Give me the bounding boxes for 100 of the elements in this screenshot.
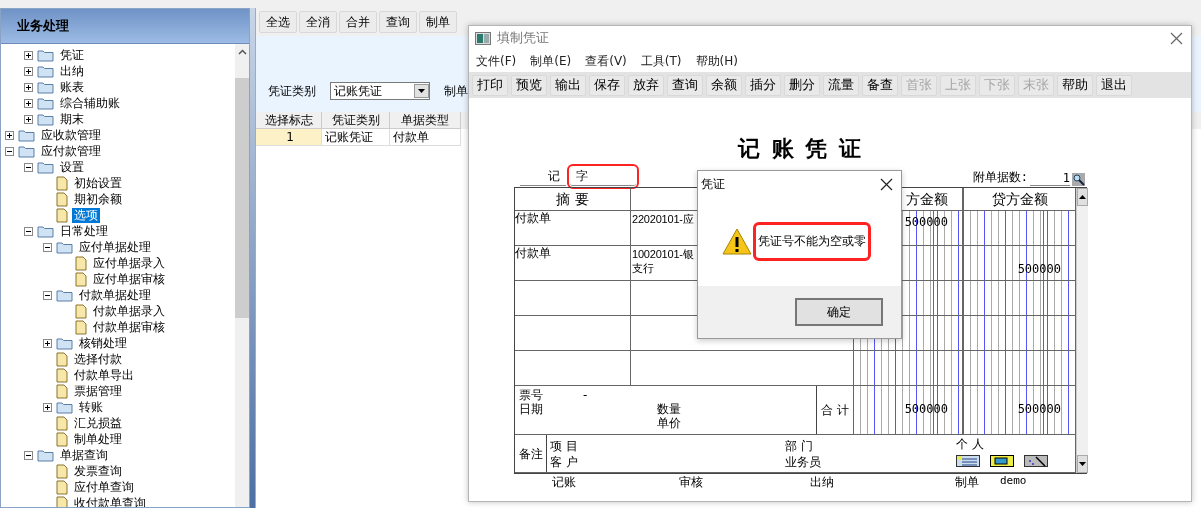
expand-icon[interactable] bbox=[24, 82, 33, 92]
folder-icon bbox=[56, 288, 73, 302]
tree-item[interactable]: 付款单据处理 bbox=[77, 287, 153, 303]
search-icon[interactable] bbox=[1072, 173, 1085, 186]
toolbar-button[interactable]: 预览 bbox=[511, 74, 547, 96]
column-header[interactable]: 凭证类别 bbox=[322, 112, 390, 129]
ok-button[interactable]: 确定 bbox=[795, 298, 883, 326]
tree-item[interactable]: 付款单据审核 bbox=[91, 319, 167, 335]
folder-icon bbox=[37, 224, 54, 238]
table-cell: 1 bbox=[256, 129, 322, 146]
tree-item[interactable]: 应付单据处理 bbox=[77, 239, 153, 255]
toolbar-button[interactable]: 制单 bbox=[419, 11, 457, 33]
tree-item[interactable]: 核销处理 bbox=[77, 335, 129, 351]
column-header[interactable]: 单据类型 bbox=[390, 112, 461, 129]
expand-icon[interactable] bbox=[24, 66, 33, 76]
tree-item[interactable]: 付款单导出 bbox=[72, 367, 136, 383]
table-cell: 付款单 bbox=[390, 129, 461, 146]
collapse-icon[interactable] bbox=[24, 450, 33, 460]
table-cell: 记账凭证 bbox=[322, 129, 390, 146]
tree-item[interactable]: 汇兑损益 bbox=[72, 415, 124, 431]
field-label: 凭证类别 bbox=[268, 83, 316, 100]
tree-item[interactable]: 期末 bbox=[58, 111, 86, 127]
warning-icon bbox=[722, 228, 752, 255]
tree-item[interactable]: 账表 bbox=[58, 79, 86, 95]
attachments-field[interactable]: 1 bbox=[1030, 171, 1070, 186]
wand-icon[interactable] bbox=[1024, 455, 1048, 467]
toolbar-button[interactable]: 帮助 bbox=[1057, 74, 1093, 96]
toolbar-button[interactable]: 查询 bbox=[379, 11, 417, 33]
tree-item[interactable]: 发票查询 bbox=[72, 463, 124, 479]
tree-item[interactable]: 综合辅助账 bbox=[58, 95, 122, 111]
voucher-number-field[interactable]: 字 bbox=[570, 167, 636, 186]
toolbar-button[interactable]: 退出 bbox=[1096, 74, 1132, 96]
menu-item[interactable]: 制单(E) bbox=[530, 52, 572, 70]
expand-icon[interactable] bbox=[24, 98, 33, 108]
toolbar-button[interactable]: 删分 bbox=[784, 74, 820, 96]
toolbar-button[interactable]: 保存 bbox=[589, 74, 625, 96]
menu-item[interactable]: 工具(T) bbox=[640, 52, 682, 70]
tree-item[interactable]: 应收款管理 bbox=[39, 127, 103, 143]
expand-icon[interactable] bbox=[43, 338, 52, 348]
tree-item[interactable]: 出纳 bbox=[58, 63, 86, 79]
collapse-icon[interactable] bbox=[43, 290, 52, 300]
toolbar-button[interactable]: 合并 bbox=[339, 11, 377, 33]
folder-icon bbox=[56, 400, 73, 414]
tree-item[interactable]: 日常处理 bbox=[58, 223, 110, 239]
close-button[interactable] bbox=[880, 177, 893, 191]
collapse-icon[interactable] bbox=[43, 242, 52, 252]
menu-item[interactable]: 查看(V) bbox=[585, 52, 627, 70]
tree-item[interactable]: 转账 bbox=[77, 399, 105, 415]
toolbar-button[interactable]: 放弃 bbox=[628, 74, 664, 96]
tree-item[interactable]: 应付单据审核 bbox=[91, 271, 167, 287]
tree-item[interactable]: 凭证 bbox=[58, 47, 86, 63]
field-label: 客 户 bbox=[550, 453, 578, 470]
signature-value: demo bbox=[1000, 474, 1028, 489]
toolbar-button[interactable]: 全消 bbox=[299, 11, 337, 33]
folder-icon bbox=[56, 240, 73, 254]
document-icon bbox=[56, 175, 68, 191]
toolbar-button[interactable]: 流量 bbox=[823, 74, 859, 96]
tree-item[interactable]: 票据管理 bbox=[72, 383, 124, 399]
expand-icon[interactable] bbox=[24, 114, 33, 124]
expand-icon[interactable] bbox=[24, 50, 33, 60]
menu-item[interactable]: 帮助(H) bbox=[695, 52, 738, 70]
voucher-type-dropdown[interactable]: 记账凭证 bbox=[330, 82, 430, 100]
document-icon bbox=[75, 303, 87, 319]
scrollbar[interactable] bbox=[1076, 188, 1088, 473]
folder-icon bbox=[18, 144, 35, 158]
field-label: 备注 bbox=[515, 435, 547, 472]
tree-item[interactable]: 付款单据录入 bbox=[91, 303, 167, 319]
document-icon bbox=[75, 319, 87, 335]
collapse-icon[interactable] bbox=[24, 226, 33, 236]
window-title: 填制凭证 bbox=[497, 29, 549, 47]
toolbar-button[interactable]: 插分 bbox=[745, 74, 781, 96]
tree-item[interactable]: 应付单据录入 bbox=[91, 255, 167, 271]
toolbar-button[interactable]: 备查 bbox=[862, 74, 898, 96]
menu-item[interactable]: 文件(F) bbox=[476, 52, 517, 70]
toolbar-button[interactable]: 余额 bbox=[706, 74, 742, 96]
card-icon[interactable] bbox=[990, 455, 1014, 467]
tree-item[interactable]: 选项 bbox=[72, 207, 100, 223]
expand-icon[interactable] bbox=[5, 130, 14, 140]
scrollbar[interactable] bbox=[235, 44, 249, 507]
tree-item[interactable]: 期初余额 bbox=[72, 191, 124, 207]
toolbar-button[interactable]: 全选 bbox=[259, 11, 297, 33]
collapse-icon[interactable] bbox=[24, 162, 33, 172]
tree-item[interactable]: 应付单查询 bbox=[72, 479, 136, 495]
toolbar-button[interactable]: 打印 bbox=[472, 74, 508, 96]
folder-icon bbox=[37, 112, 54, 126]
list-icon[interactable] bbox=[956, 455, 980, 467]
tree-item[interactable]: 设置 bbox=[58, 159, 86, 175]
field-value: - bbox=[583, 388, 588, 402]
folder-icon bbox=[37, 448, 54, 462]
expand-icon[interactable] bbox=[43, 402, 52, 412]
tree-item[interactable]: 初始设置 bbox=[72, 175, 124, 191]
tree-item[interactable]: 制单处理 bbox=[72, 431, 124, 447]
document-icon bbox=[56, 431, 68, 447]
folder-icon bbox=[37, 64, 54, 78]
tree-item[interactable]: 应付款管理 bbox=[39, 143, 103, 159]
tree-item[interactable]: 单据查询 bbox=[58, 447, 110, 463]
tree-item[interactable]: 选择付款 bbox=[72, 351, 124, 367]
collapse-icon[interactable] bbox=[5, 146, 14, 156]
toolbar-button[interactable]: 查询 bbox=[667, 74, 703, 96]
toolbar-button[interactable]: 输出 bbox=[550, 74, 586, 96]
